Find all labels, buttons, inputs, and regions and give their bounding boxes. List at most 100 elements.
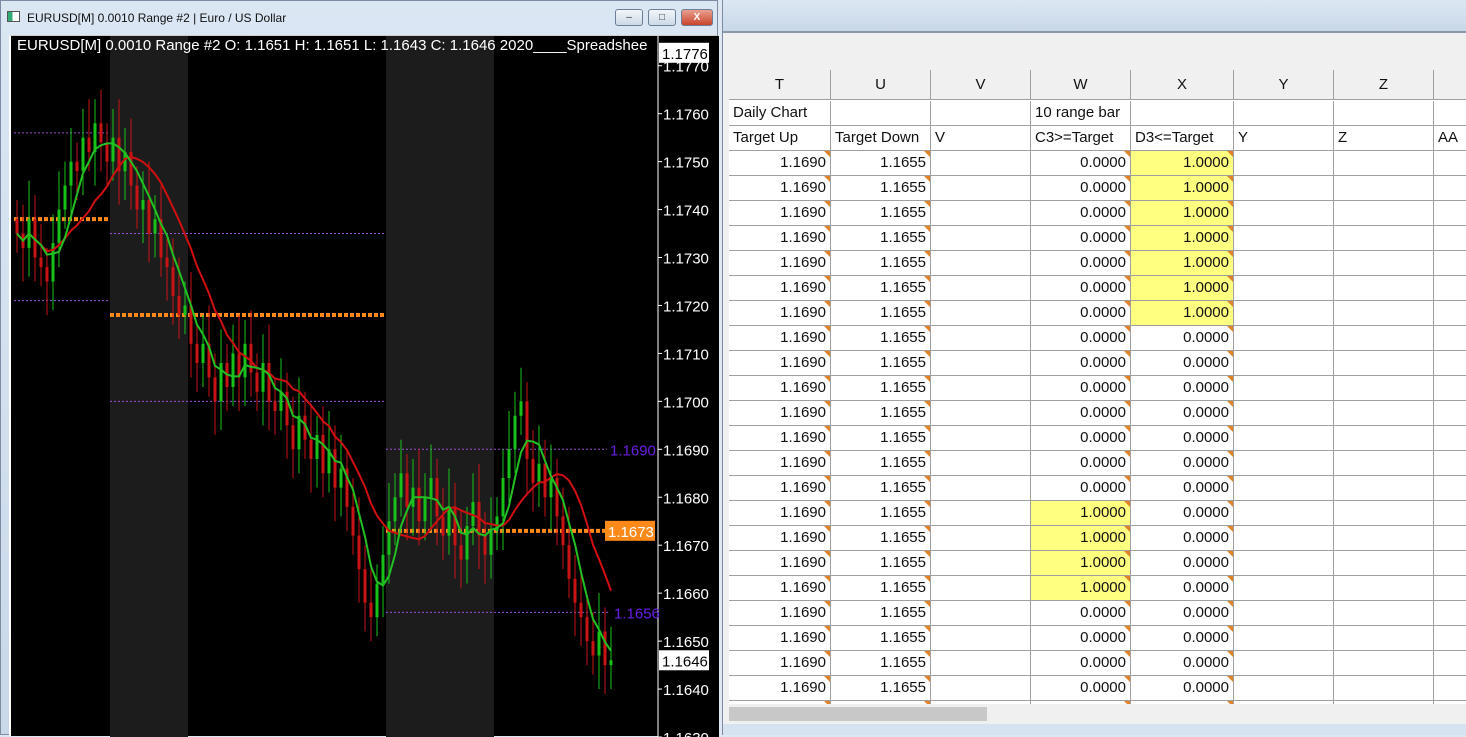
target-down-cell[interactable]: 1.1655 — [831, 301, 931, 326]
target-down-cell[interactable]: 1.1655 — [831, 326, 931, 351]
cell[interactable] — [1334, 226, 1434, 251]
cell[interactable] — [1434, 651, 1466, 676]
target-down-cell[interactable]: 1.1655 — [831, 151, 931, 176]
c3-cell[interactable]: 0.0000 — [1031, 151, 1131, 176]
column-header-w[interactable]: W — [1031, 70, 1131, 100]
target-up-cell[interactable]: 1.1690 — [729, 201, 831, 226]
d3-cell[interactable]: 0.0000 — [1131, 451, 1234, 476]
cell[interactable] — [1334, 101, 1434, 126]
cell[interactable] — [931, 676, 1031, 701]
cell[interactable] — [931, 276, 1031, 301]
cell[interactable] — [1234, 101, 1334, 126]
c3-cell[interactable]: 0.0000 — [1031, 626, 1131, 651]
target-up-cell[interactable]: 1.1690 — [729, 151, 831, 176]
close-button[interactable]: X — [681, 9, 713, 26]
target-up-cell[interactable]: 1.1690 — [729, 451, 831, 476]
cell[interactable]: 10 range bar — [1031, 101, 1131, 126]
c3-cell[interactable]: 0.0000 — [1031, 676, 1131, 701]
cell[interactable] — [1434, 151, 1466, 176]
cell[interactable] — [1434, 601, 1466, 626]
target-down-cell[interactable]: 1.1655 — [831, 476, 931, 501]
target-up-cell[interactable]: 1.1690 — [729, 626, 831, 651]
header-cell[interactable]: V — [931, 126, 1031, 151]
d3-cell[interactable]: 1.0000 — [1131, 176, 1234, 201]
cell[interactable] — [1234, 701, 1334, 704]
cell[interactable] — [1434, 351, 1466, 376]
d3-cell[interactable]: 1.0000 — [1131, 251, 1234, 276]
cell[interactable] — [1334, 201, 1434, 226]
column-header-z[interactable]: Z — [1334, 70, 1434, 100]
cell[interactable] — [931, 451, 1031, 476]
target-up-cell[interactable]: 1.1690 — [729, 376, 831, 401]
target-down-cell[interactable]: 1.1655 — [831, 501, 931, 526]
cell[interactable] — [1234, 176, 1334, 201]
d3-cell[interactable]: 0.0000 — [1131, 626, 1234, 651]
d3-cell[interactable]: 0.0000 — [1131, 401, 1234, 426]
c3-cell[interactable]: 0.0000 — [1031, 601, 1131, 626]
target-down-cell[interactable]: 1.1655 — [831, 651, 931, 676]
c3-cell[interactable]: 0.0000 — [1031, 201, 1131, 226]
cell[interactable] — [1434, 401, 1466, 426]
cell[interactable] — [1334, 451, 1434, 476]
cell[interactable] — [1234, 226, 1334, 251]
cell[interactable] — [1434, 426, 1466, 451]
target-up-cell[interactable]: 1.1690 — [729, 501, 831, 526]
cell[interactable] — [1234, 626, 1334, 651]
target-up-cell[interactable]: 1.1690 — [729, 251, 831, 276]
cell[interactable] — [1334, 651, 1434, 676]
target-up-cell[interactable] — [729, 701, 831, 704]
cell[interactable] — [1334, 701, 1434, 704]
spreadsheet-grid[interactable]: T U V W X Y Z Daily Chart 10 range bar Target Up T… — [729, 70, 1466, 704]
target-down-cell[interactable]: 1.1655 — [831, 226, 931, 251]
cell[interactable] — [1234, 251, 1334, 276]
target-up-cell[interactable]: 1.1690 — [729, 551, 831, 576]
d3-cell[interactable] — [1131, 701, 1234, 704]
cell[interactable] — [1434, 176, 1466, 201]
cell[interactable] — [1234, 501, 1334, 526]
cell[interactable] — [1234, 276, 1334, 301]
cell[interactable] — [1434, 326, 1466, 351]
cell[interactable] — [1334, 501, 1434, 526]
cell[interactable] — [1234, 376, 1334, 401]
cell[interactable] — [931, 226, 1031, 251]
header-cell[interactable]: Z — [1334, 126, 1434, 151]
c3-cell[interactable]: 1.0000 — [1031, 526, 1131, 551]
d3-cell[interactable]: 0.0000 — [1131, 501, 1234, 526]
c3-cell[interactable]: 0.0000 — [1031, 176, 1131, 201]
cell[interactable] — [1234, 601, 1334, 626]
cell[interactable]: Daily Chart — [729, 101, 831, 126]
cell[interactable] — [1234, 676, 1334, 701]
target-up-cell[interactable]: 1.1690 — [729, 601, 831, 626]
cell[interactable] — [831, 101, 931, 126]
target-down-cell[interactable]: 1.1655 — [831, 201, 931, 226]
cell[interactable] — [1434, 626, 1466, 651]
target-down-cell[interactable]: 1.1655 — [831, 351, 931, 376]
cell[interactable] — [931, 151, 1031, 176]
cell[interactable] — [1434, 576, 1466, 601]
d3-cell[interactable]: 0.0000 — [1131, 326, 1234, 351]
target-up-cell[interactable]: 1.1690 — [729, 526, 831, 551]
cell[interactable] — [931, 326, 1031, 351]
cell[interactable] — [931, 576, 1031, 601]
header-cell[interactable]: Y — [1234, 126, 1334, 151]
header-cell[interactable]: AA — [1434, 126, 1466, 151]
cell[interactable] — [1234, 451, 1334, 476]
d3-cell[interactable]: 0.0000 — [1131, 651, 1234, 676]
d3-cell[interactable]: 1.0000 — [1131, 201, 1234, 226]
c3-cell[interactable]: 0.0000 — [1031, 276, 1131, 301]
header-cell[interactable]: Target Down — [831, 126, 931, 151]
target-up-cell[interactable]: 1.1690 — [729, 351, 831, 376]
minimize-button[interactable]: – — [615, 9, 643, 26]
target-down-cell[interactable]: 1.1655 — [831, 526, 931, 551]
column-header-x[interactable]: X — [1131, 70, 1234, 100]
target-up-cell[interactable]: 1.1690 — [729, 326, 831, 351]
cell[interactable] — [1334, 476, 1434, 501]
cell[interactable] — [931, 601, 1031, 626]
cell[interactable] — [1234, 526, 1334, 551]
target-down-cell[interactable]: 1.1655 — [831, 676, 931, 701]
cell[interactable] — [931, 301, 1031, 326]
cell[interactable] — [1234, 301, 1334, 326]
d3-cell[interactable]: 0.0000 — [1131, 351, 1234, 376]
d3-cell[interactable]: 0.0000 — [1131, 576, 1234, 601]
horizontal-scrollbar[interactable] — [729, 706, 1466, 722]
